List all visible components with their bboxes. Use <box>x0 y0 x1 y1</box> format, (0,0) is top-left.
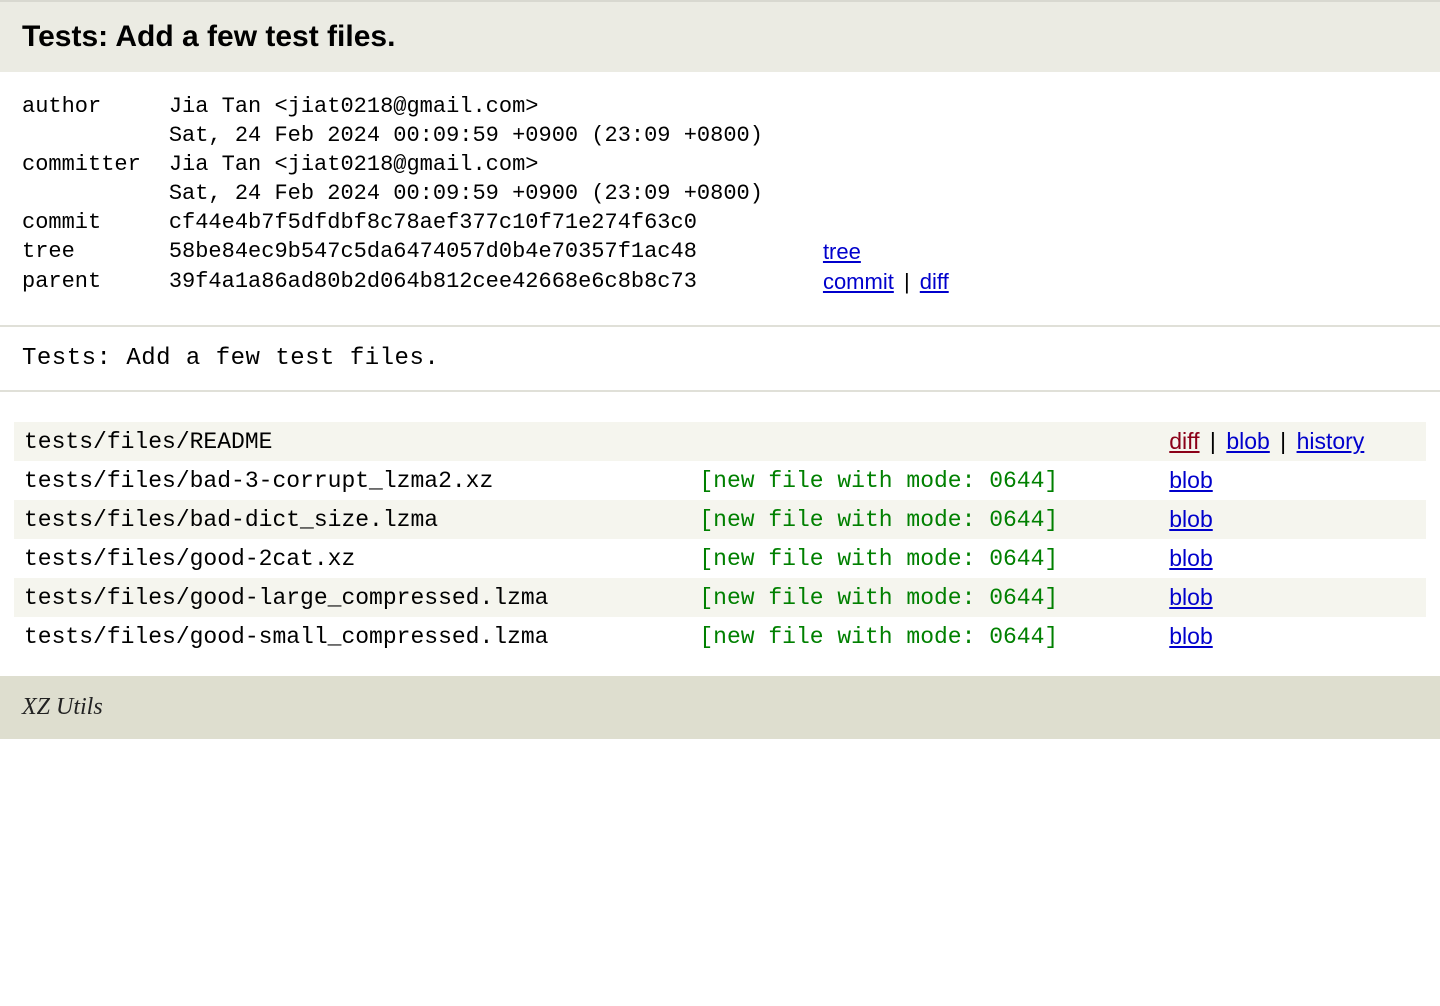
separator: | <box>1200 428 1227 454</box>
blob-link[interactable]: blob <box>1169 506 1212 532</box>
file-actions: blob <box>1159 461 1426 500</box>
tree-label: tree <box>22 237 169 267</box>
file-mode: [new file with mode: 0644] <box>689 617 1159 656</box>
footer-text: XZ Utils <box>22 694 103 720</box>
commit-label: commit <box>22 208 169 237</box>
file-mode <box>689 422 1159 461</box>
footer: XZ Utils <box>0 676 1440 739</box>
separator: | <box>1270 428 1297 454</box>
file-mode: [new file with mode: 0644] <box>689 461 1159 500</box>
table-row: tests/files/good-2cat.xz[new file with m… <box>14 539 1426 578</box>
tree-link[interactable]: tree <box>823 239 861 264</box>
author-value: Jia Tan <jiat0218@gmail.com> <box>169 92 823 121</box>
history-link[interactable]: history <box>1297 428 1365 454</box>
commit-meta: author Jia Tan <jiat0218@gmail.com> Sat,… <box>0 72 1440 325</box>
committer-date: Sat, 24 Feb 2024 00:09:59 +0900 (23:09 +… <box>169 179 823 208</box>
separator: | <box>894 269 920 294</box>
file-actions: blob <box>1159 500 1426 539</box>
tree-hash: 58be84ec9b547c5da6474057d0b4e70357f1ac48 <box>169 237 823 267</box>
diff-link[interactable]: diff <box>1169 428 1199 454</box>
file-actions: blob <box>1159 539 1426 578</box>
blob-link[interactable]: blob <box>1169 584 1212 610</box>
files-section: tests/files/READMEdiff | blob | historyt… <box>0 392 1440 676</box>
blob-link[interactable]: blob <box>1169 623 1212 649</box>
file-mode: [new file with mode: 0644] <box>689 500 1159 539</box>
file-path: tests/files/good-small_compressed.lzma <box>14 617 689 656</box>
table-row: tests/files/bad-3-corrupt_lzma2.xz[new f… <box>14 461 1426 500</box>
file-actions: blob <box>1159 578 1426 617</box>
file-path: tests/files/bad-3-corrupt_lzma2.xz <box>14 461 689 500</box>
blob-link[interactable]: blob <box>1169 545 1212 571</box>
file-path: tests/files/bad-dict_size.lzma <box>14 500 689 539</box>
parent-diff-link[interactable]: diff <box>920 269 949 294</box>
parent-commit-link[interactable]: commit <box>823 269 894 294</box>
blob-link[interactable]: blob <box>1169 467 1212 493</box>
table-row: tests/files/good-large_compressed.lzma[n… <box>14 578 1426 617</box>
table-row: tests/files/good-small_compressed.lzma[n… <box>14 617 1426 656</box>
author-date: Sat, 24 Feb 2024 00:09:59 +0900 (23:09 +… <box>169 121 823 150</box>
committer-label: committer <box>22 150 169 179</box>
table-row: tests/files/README diff | blob | history <box>14 422 1426 461</box>
file-path: tests/files/good-2cat.xz <box>14 539 689 578</box>
commit-message: Tests: Add a few test files. <box>0 325 1440 392</box>
author-label: author <box>22 92 169 121</box>
file-mode: [new file with mode: 0644] <box>689 539 1159 578</box>
commit-hash: cf44e4b7f5dfdbf8c78aef377c10f71e274f63c0 <box>169 208 823 237</box>
files-table: tests/files/READMEdiff | blob | historyt… <box>14 422 1426 656</box>
meta-table: author Jia Tan <jiat0218@gmail.com> Sat,… <box>22 92 949 297</box>
file-path: tests/files/good-large_compressed.lzma <box>14 578 689 617</box>
commit-title: Tests: Add a few test files. <box>22 20 1418 54</box>
blob-link[interactable]: blob <box>1226 428 1269 454</box>
file-actions: diff | blob | history <box>1159 422 1426 461</box>
table-row: tests/files/bad-dict_size.lzma[new file … <box>14 500 1426 539</box>
parent-label: parent <box>22 267 169 297</box>
parent-hash: 39f4a1a86ad80b2d064b812cee42668e6c8b8c73 <box>169 267 823 297</box>
commit-header: Tests: Add a few test files. <box>0 0 1440 72</box>
file-path: tests/files/README <box>14 422 689 461</box>
committer-value: Jia Tan <jiat0218@gmail.com> <box>169 150 823 179</box>
file-actions: blob <box>1159 617 1426 656</box>
file-mode: [new file with mode: 0644] <box>689 578 1159 617</box>
